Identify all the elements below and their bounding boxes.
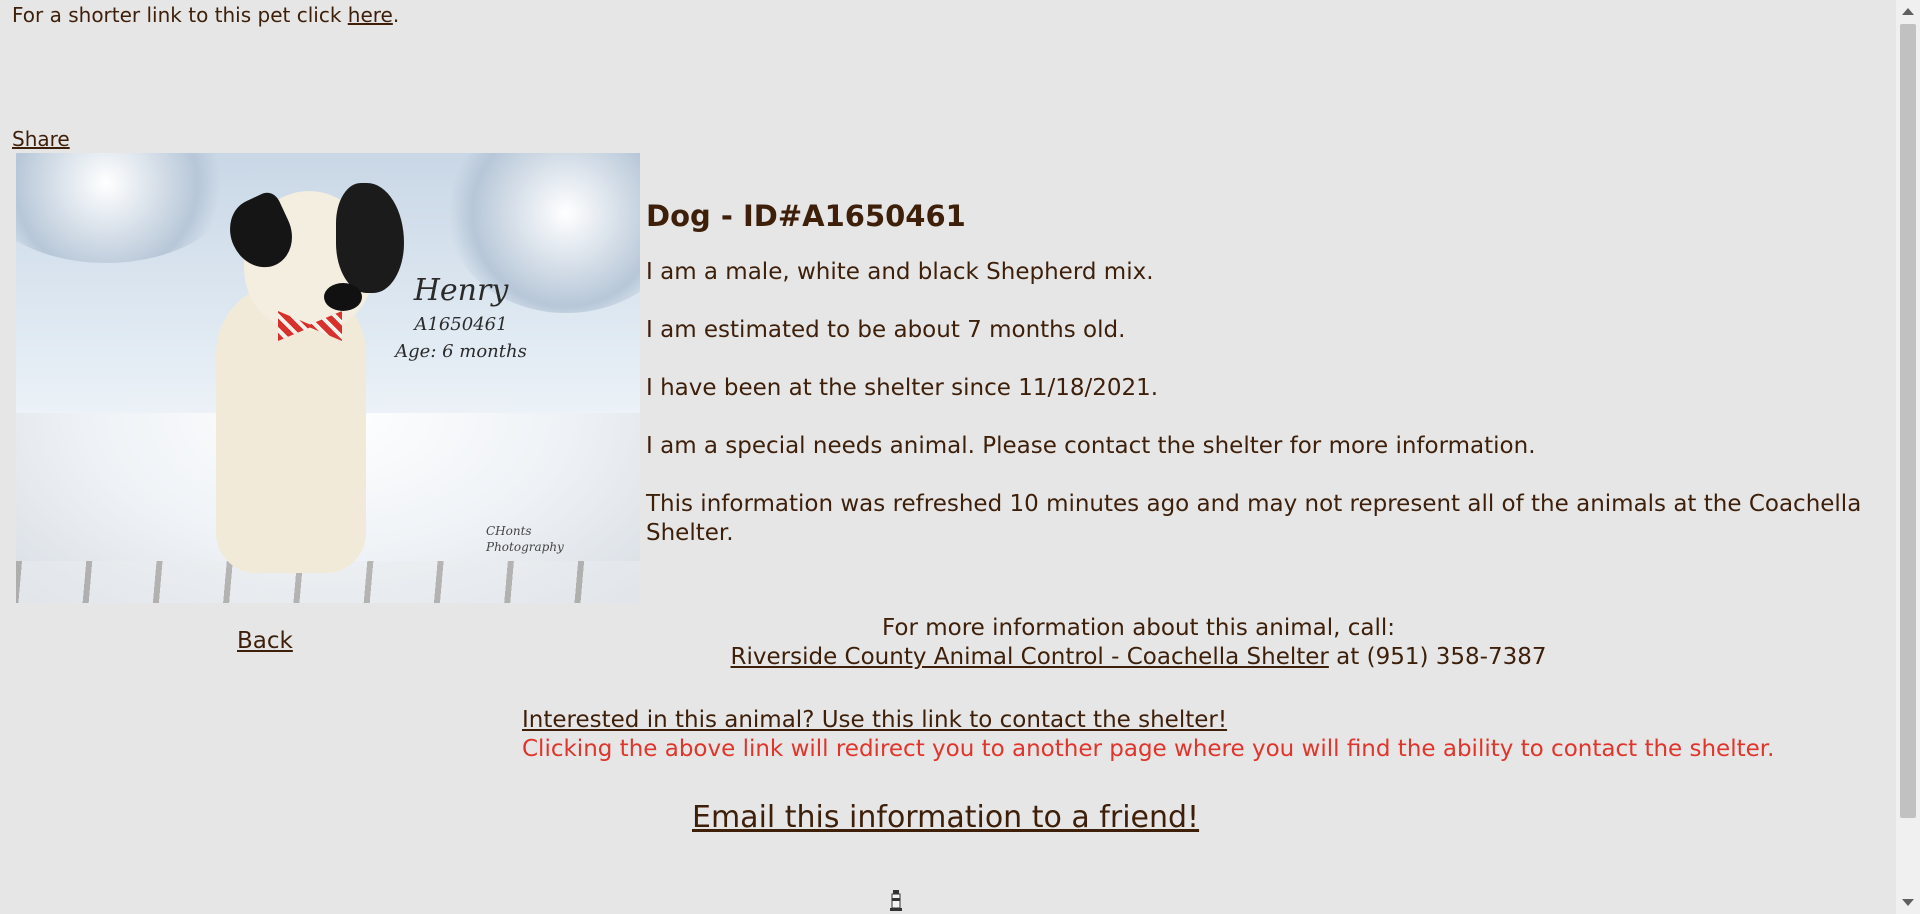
photo-credit-line2: Photography — [486, 540, 564, 554]
photo-caption: Henry A1650461 Age: 6 months — [376, 273, 546, 362]
shelter-phone: at (951) 358-7387 — [1328, 644, 1547, 670]
animal-sex-breed: I am a male, white and black Shepherd mi… — [646, 259, 1154, 285]
shelter-link[interactable]: Riverside County Animal Control - Coache… — [731, 644, 1329, 670]
vertical-scrollbar[interactable] — [1896, 0, 1920, 914]
refresh-notice: This information was refreshed 10 minute… — [646, 491, 1862, 546]
animal-heading: Dog - ID#A1650461 — [646, 199, 966, 233]
scroll-down-arrow-icon[interactable] — [1902, 899, 1914, 906]
contact-block: For more information about this animal, … — [646, 614, 1631, 672]
shorter-link-line: For a shorter link to this pet click her… — [12, 3, 399, 27]
dog-nose — [324, 283, 362, 311]
scroll-thumb[interactable] — [1900, 24, 1916, 818]
pet-photo: Henry A1650461 Age: 6 months CHonts Phot… — [16, 153, 640, 603]
photo-credit: CHonts Photography — [486, 523, 564, 555]
animal-special-needs: I am a special needs animal. Please cont… — [646, 433, 1536, 459]
snowy-branch-left — [16, 153, 236, 263]
shorter-link-prefix: For a shorter link to this pet click — [12, 3, 348, 27]
share-link[interactable]: Share — [12, 127, 70, 151]
contact-prompt: For more information about this animal, … — [882, 615, 1395, 641]
back-link[interactable]: Back — [237, 628, 293, 654]
lighthouse-icon — [890, 890, 902, 911]
photo-pet-id: A1650461 — [414, 314, 508, 335]
redirect-note: Clicking the above link will redirect yo… — [522, 736, 1775, 762]
contact-line: Riverside County Animal Control - Coache… — [646, 643, 1631, 672]
photo-credit-line1: CHonts — [486, 524, 532, 538]
animal-age: I am estimated to be about 7 months old. — [646, 317, 1126, 343]
photo-pet-name: Henry — [413, 273, 509, 308]
contact-shelter-link[interactable]: Interested in this animal? Use this link… — [522, 707, 1227, 733]
animal-info: Dog - ID#A1650461 I am a male, white and… — [646, 196, 1866, 577]
interest-block: Interested in this animal? Use this link… — [522, 706, 1774, 764]
scroll-up-arrow-icon[interactable] — [1902, 8, 1914, 15]
email-friend-link[interactable]: Email this information to a friend! — [692, 800, 1199, 835]
shorter-link-suffix: . — [392, 3, 400, 27]
animal-intake-date: I have been at the shelter since 11/18/2… — [646, 375, 1159, 401]
shorter-link-here[interactable]: here — [348, 3, 393, 27]
photo-pet-age: Age: 6 months — [395, 341, 527, 362]
